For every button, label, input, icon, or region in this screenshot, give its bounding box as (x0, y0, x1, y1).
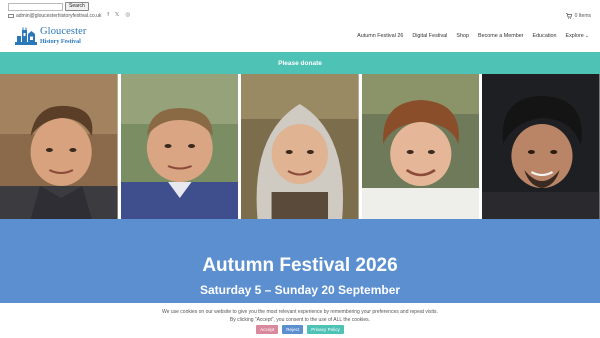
email-link[interactable]: admin@gloucesterhistoryfestival.co.uk (8, 13, 101, 19)
speaker-portrait-4 (361, 74, 480, 219)
nav-explore[interactable]: Explore ⌄ (566, 33, 589, 39)
cookie-text: We use cookies on our website to give yo… (0, 308, 600, 324)
logo-subtitle: History Festival (40, 38, 81, 45)
chevron-down-icon: ⌄ (584, 33, 589, 39)
search-input[interactable] (8, 2, 63, 11)
cookie-reject-button[interactable]: Reject (282, 325, 304, 334)
cookie-notice: We use cookies on our website to give yo… (0, 303, 600, 338)
cookie-text-line1: We use cookies on our website to give yo… (162, 309, 438, 315)
logo-text: Gloucester History Festival (40, 27, 86, 45)
speaker-portrait-2 (120, 74, 239, 219)
logo-title: Gloucester (40, 26, 87, 38)
donate-link[interactable]: Please donate (278, 60, 322, 67)
instagram-icon[interactable]: ◎ (125, 13, 130, 19)
search-form: Search (8, 2, 89, 11)
site-header: Gloucester History Festival Autumn Festi… (0, 24, 600, 52)
cart-icon (565, 13, 572, 19)
cart-count: 0 Items (574, 13, 591, 19)
main-nav: Autumn Festival 26 Digital Festival Shop… (357, 33, 589, 39)
cart-link[interactable]: 0 Items (565, 13, 591, 19)
speaker-portrait-5 (482, 74, 600, 219)
hero-dates: Saturday 5 – Sunday 20 September (199, 283, 401, 297)
cookie-buttons: Accept Reject Privacy Policy (0, 325, 600, 334)
privacy-policy-button[interactable]: Privacy Policy (307, 325, 344, 334)
nav-digital-festival[interactable]: Digital Festival (412, 33, 447, 39)
mail-icon (8, 14, 14, 18)
speaker-portrait-3 (241, 74, 359, 219)
facebook-icon[interactable]: f (107, 13, 109, 19)
nav-shop[interactable]: Shop (456, 33, 469, 39)
email-text: admin@gloucesterhistoryfestival.co.uk (16, 13, 102, 19)
nav-autumn-festival[interactable]: Autumn Festival 26 (357, 33, 403, 39)
site-logo[interactable]: Gloucester History Festival (15, 27, 86, 45)
cookie-accept-button[interactable]: Accept (256, 325, 279, 334)
nav-education[interactable]: Education (533, 33, 557, 39)
speaker-portraits (0, 74, 600, 219)
nav-become-member[interactable]: Become a Member (478, 33, 524, 39)
search-button[interactable]: Search (65, 2, 89, 11)
speaker-portrait-1 (0, 74, 118, 219)
cathedral-logo-icon (15, 27, 37, 45)
hero-title: Autumn Festival 2026 (202, 255, 398, 276)
donate-banner: Please donate (0, 52, 600, 74)
contact-row: admin@gloucesterhistoryfestival.co.uk f … (8, 13, 130, 19)
top-utility-bar: Search admin@gloucesterhistoryfestival.c… (0, 0, 600, 24)
cookie-text-line2: By clicking “Accept”, you consent to the… (229, 317, 371, 323)
x-icon[interactable]: 𝕏 (115, 13, 119, 19)
